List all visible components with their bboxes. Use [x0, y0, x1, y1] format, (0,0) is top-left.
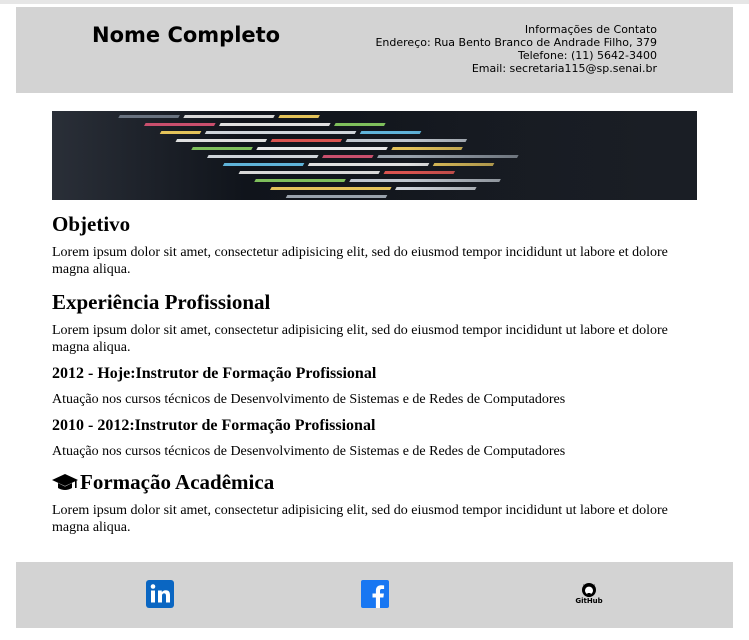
education-heading: Formação Acadêmica: [52, 468, 702, 496]
contact-info: Informações de Contato Endereço: Rua Ben…: [375, 23, 657, 75]
job-description: Atuação nos cursos técnicos de Desenvolv…: [52, 392, 566, 407]
page-header: Nome Completo Informações de Contato End…: [16, 7, 733, 93]
job-description: Atuação nos cursos técnicos de Desenvolv…: [52, 444, 566, 459]
contact-address: Endereço: Rua Bento Branco de Andrade Fi…: [375, 36, 657, 49]
job-title: 2012 - Hoje:Instrutor de Formação Profis…: [52, 365, 377, 382]
linkedin-link[interactable]: [146, 580, 174, 608]
job-title: 2010 - 2012:Instrutor de Formação Profis…: [52, 417, 376, 434]
contact-phone: Telefone: (11) 5642-3400: [517, 49, 657, 62]
top-border: [0, 0, 749, 4]
code-banner-image: [52, 111, 697, 200]
objective-text: Lorem ipsum dolor sit amet, consectetur …: [52, 245, 668, 277]
objective-section: Objetivo Lorem ipsum dolor sit amet, con…: [52, 210, 702, 278]
education-text: Lorem ipsum dolor sit amet, consectetur …: [52, 503, 668, 535]
full-name: Nome Completo: [92, 23, 281, 47]
github-label: GitHub: [575, 597, 603, 605]
contact-email: Email: secretaria115@sp.senai.br: [471, 62, 657, 75]
objective-title: Objetivo: [52, 212, 131, 236]
facebook-icon: [361, 580, 389, 612]
experience-text: Lorem ipsum dolor sit amet, consectetur …: [52, 323, 668, 355]
experience-section: Experiência Profissional Lorem ipsum dol…: [52, 288, 702, 460]
experience-title: Experiência Profissional: [52, 290, 271, 314]
github-link[interactable]: GitHub: [574, 580, 604, 608]
linkedin-icon: [146, 580, 174, 612]
contact-title: Informações de Contato: [524, 23, 657, 36]
resume-content: Objetivo Lorem ipsum dolor sit amet, con…: [52, 210, 702, 544]
education-section: Formação Acadêmica Lorem ipsum dolor sit…: [52, 468, 702, 536]
graduation-cap-icon: [52, 471, 78, 493]
education-title: Formação Acadêmica: [80, 470, 275, 494]
page-footer: GitHub: [16, 562, 733, 628]
facebook-link[interactable]: [361, 580, 389, 608]
